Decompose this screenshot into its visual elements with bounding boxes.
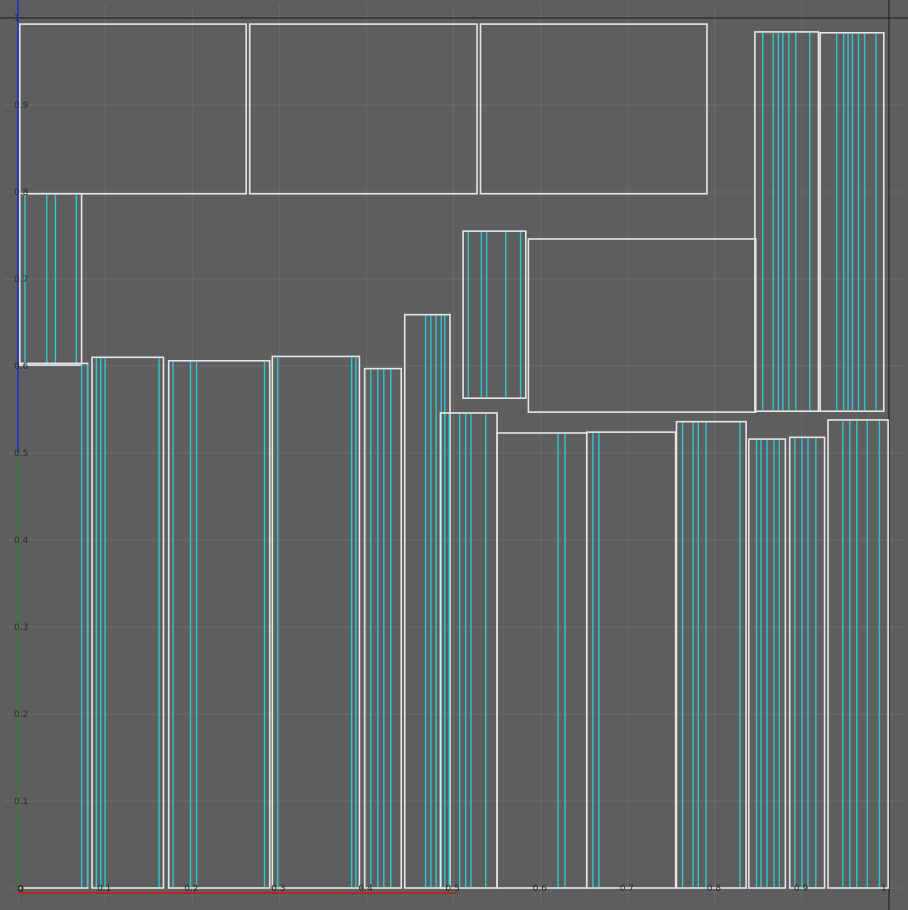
uv-shell[interactable] — [747, 438, 787, 889]
u-tick-label: 1 — [881, 884, 887, 894]
v-tick-label: 1 — [14, 14, 20, 24]
uv-shell-outline[interactable] — [675, 420, 747, 889]
uv-shell-outline[interactable] — [91, 356, 165, 889]
uv-shell[interactable] — [819, 31, 885, 413]
u-tick-label: 0.4 — [358, 884, 373, 894]
uv-shell[interactable] — [18, 23, 248, 195]
uv-shell[interactable] — [462, 230, 527, 399]
v-tick-label: 0.9 — [14, 101, 29, 111]
uv-shell[interactable] — [479, 23, 708, 195]
grid-layer — [4, 4, 907, 906]
u-tick-label: 0.5 — [446, 884, 460, 894]
uv-canvas[interactable]: 0.1 0.2 0.3 0.4 0.5 0.6 0.7 0.8 0.9 1 0.1 0.2 0.3 0.4… — [0, 0, 908, 910]
uv-shell-outline[interactable] — [754, 31, 820, 413]
u-tick-label: 0.3 — [271, 884, 285, 894]
uv-shell-outline[interactable] — [527, 238, 757, 413]
v-tick-label: 0.7 — [14, 275, 28, 285]
uv-shell[interactable] — [167, 359, 271, 889]
uv-shell[interactable] — [827, 419, 889, 889]
uv-shell-outline[interactable] — [271, 355, 361, 889]
u-tick-label: 0.8 — [707, 884, 722, 894]
uv-editor-viewport[interactable]: 0.1 0.2 0.3 0.4 0.5 0.6 0.7 0.8 0.9 1 0.1 0.2 0.3 0.4… — [0, 0, 908, 910]
v-tick-label: 0.1 — [14, 797, 28, 807]
v-tick-label: 0.8 — [14, 188, 29, 198]
v-tick-label: 0.6 — [14, 362, 29, 372]
origin-label: 0 — [17, 884, 24, 895]
uv-shell-outline[interactable] — [496, 432, 588, 889]
v-tick-label: 0.4 — [14, 536, 29, 546]
v-tick-label: 0.2 — [14, 710, 28, 720]
uv-shell[interactable] — [754, 31, 820, 413]
uv-shell[interactable] — [91, 356, 165, 889]
uv-shell[interactable] — [439, 412, 498, 889]
u-tick-label: 0.1 — [97, 884, 111, 894]
uv-shell-outline[interactable] — [462, 230, 527, 399]
u-tick-label: 0.2 — [184, 884, 198, 894]
uv-shell[interactable] — [403, 313, 451, 889]
uv-shell[interactable] — [788, 436, 826, 889]
uv-shell-outline[interactable] — [403, 313, 451, 889]
uv-shell-outline[interactable] — [18, 23, 248, 195]
v-tick-label: 0.3 — [14, 623, 28, 633]
uv-shell[interactable] — [248, 23, 478, 195]
uv-shell[interactable] — [271, 355, 361, 889]
u-tick-label: 0.6 — [533, 884, 548, 894]
uv-shell[interactable] — [363, 367, 403, 889]
uv-shell[interactable] — [675, 420, 747, 889]
u-tick-label: 0.9 — [794, 884, 809, 894]
uv-shell-outline[interactable] — [479, 23, 708, 195]
uv-shell[interactable] — [585, 431, 677, 889]
uv-shell[interactable] — [17, 362, 89, 889]
uv-shell-outline[interactable] — [167, 359, 271, 889]
uv-shell-outline[interactable] — [17, 362, 89, 889]
uv-shell-outline[interactable] — [248, 23, 478, 195]
uv-shell[interactable] — [496, 432, 588, 889]
v-tick-label: 0.5 — [14, 449, 28, 459]
uv-shell[interactable] — [527, 238, 757, 413]
u-tick-label: 0.7 — [620, 884, 634, 894]
uv-shell-outline[interactable] — [585, 431, 677, 889]
